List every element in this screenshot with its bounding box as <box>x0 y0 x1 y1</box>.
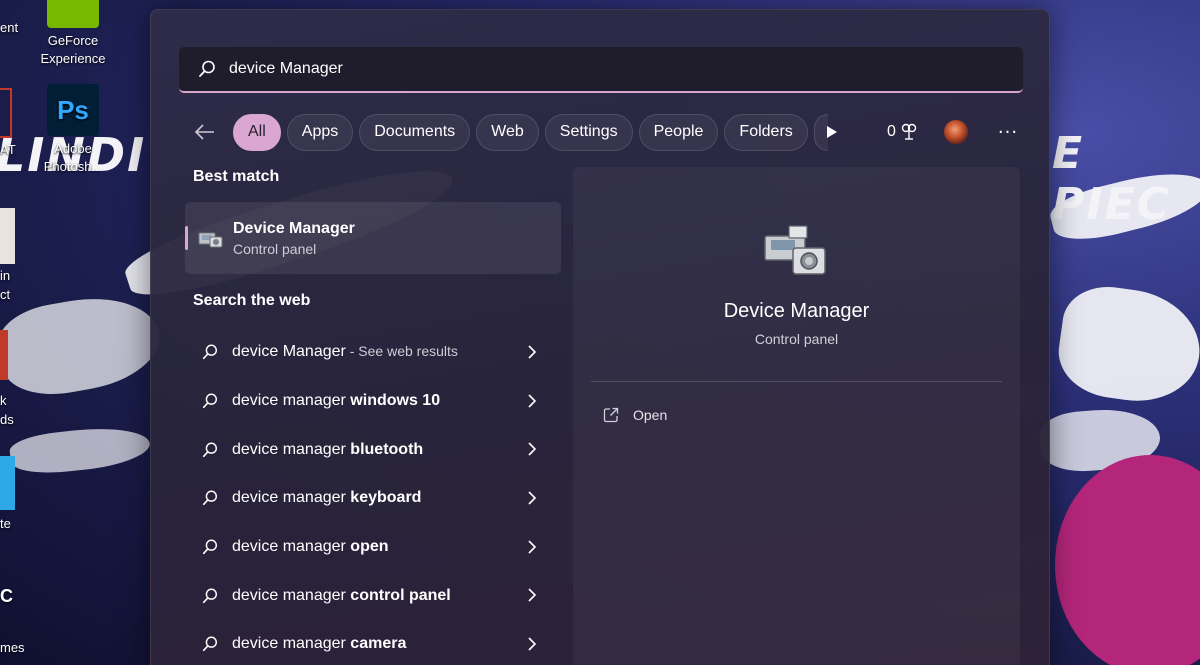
geforce-icon <box>47 0 99 28</box>
web-suggestion[interactable]: device manager windows 10 <box>185 377 561 426</box>
selection-indicator <box>185 226 188 250</box>
chevron-right-icon <box>528 491 537 505</box>
open-action-label: Open <box>633 407 668 423</box>
desktop-edge-label: te <box>0 516 11 531</box>
search-icon <box>202 344 218 360</box>
back-arrow-icon <box>194 124 214 140</box>
desktop-edge-label: k <box>0 393 7 408</box>
search-icon <box>202 490 218 506</box>
best-match-item[interactable]: Device Manager Control panel <box>185 202 561 274</box>
desktop-icon-label: GeForce <box>47 33 99 48</box>
web-suggestion[interactable]: device manager camera <box>185 620 561 665</box>
web-suggestion[interactable]: device manager keyboard <box>185 474 561 523</box>
search-icon <box>202 393 218 409</box>
best-match-text: Device Manager Control panel <box>233 220 355 257</box>
web-suggestion-text: device manager keyboard <box>232 489 422 507</box>
preview-subtitle: Control panel <box>754 331 839 347</box>
web-suggestion[interactable]: device manager bluetooth <box>185 425 561 474</box>
chevron-right-icon <box>528 588 537 603</box>
search-icon <box>199 60 215 77</box>
web-suggestion-text: device manager camera <box>232 635 407 653</box>
wallpaper-text-right: E PIEC <box>1052 128 1171 230</box>
desktop-edge-label: ct <box>0 287 11 302</box>
chevron-right-icon <box>528 540 537 554</box>
rewards-trophy-icon <box>901 123 917 140</box>
best-match-subtitle: Control panel <box>233 240 317 257</box>
desktop-icon-label: Photosh... <box>43 159 103 174</box>
photoshop-icon: Ps <box>47 84 99 136</box>
desktop-edge-label: AT <box>0 142 16 157</box>
web-suggestion-text: device manager control panel <box>232 586 451 604</box>
more-filters-button[interactable] <box>817 117 847 147</box>
divider <box>591 381 1002 382</box>
more-options-button[interactable]: ··· <box>998 122 1018 143</box>
desktop-icon-photoshop[interactable]: Ps Adobe Photosh... <box>28 84 118 176</box>
desktop-edge-tile[interactable] <box>0 208 15 264</box>
desktop-edge-label: ent <box>0 20 19 35</box>
device-manager-icon <box>198 232 223 248</box>
desktop-edge-label: mes <box>0 640 25 655</box>
best-match-title: Device Manager <box>233 219 355 237</box>
desktop-edge-tile[interactable] <box>0 330 8 380</box>
device-manager-icon <box>764 225 826 275</box>
search-box[interactable] <box>179 47 1023 93</box>
desktop-edge-label: in <box>0 268 11 283</box>
filter-tab-apps[interactable]: Apps <box>286 113 354 151</box>
filter-tab-settings[interactable]: Settings <box>544 113 633 151</box>
chevron-right-icon <box>528 442 537 456</box>
web-suggestion-text: device Manager - See web results <box>232 343 458 361</box>
desktop-edge-label: C <box>0 586 13 606</box>
web-suggestion-text: device manager windows 10 <box>232 392 441 410</box>
results-list: Best match Device Manager Control panel … <box>185 168 561 665</box>
open-external-icon <box>603 407 619 423</box>
desktop-edge-tile[interactable] <box>0 88 12 138</box>
back-button[interactable] <box>187 114 223 150</box>
filter-tab-web[interactable]: Web <box>476 113 539 151</box>
filter-bar-actions: 0 ··· <box>817 112 1018 152</box>
web-suggestion-text: device manager open <box>232 538 389 556</box>
play-icon <box>827 126 837 138</box>
chevron-right-icon <box>528 345 537 359</box>
filter-tab-documents[interactable]: Documents <box>359 113 471 151</box>
desktop-icon-label: Adobe <box>54 141 92 156</box>
best-match-heading: Best match <box>193 168 280 185</box>
web-suggestion[interactable]: device manager control panel <box>185 571 561 620</box>
web-suggestion[interactable]: device Manager - See web results <box>185 328 561 377</box>
search-web-heading: Search the web <box>193 292 311 309</box>
search-icon <box>202 442 218 457</box>
desktop-edge-label: ds <box>0 412 14 427</box>
search-icon <box>202 539 218 555</box>
start-search-panel: All Apps Documents Web Settings People F… <box>150 9 1050 665</box>
desktop-icon-geforce[interactable]: GeForce Experience <box>28 0 118 68</box>
rewards-points[interactable]: 0 <box>887 123 918 141</box>
filter-tab-folders[interactable]: Folders <box>724 113 808 151</box>
chevron-right-icon <box>528 394 537 408</box>
search-icon <box>202 588 218 603</box>
chevron-right-icon <box>528 637 537 651</box>
web-suggestion[interactable]: device manager open <box>185 523 561 572</box>
filter-tab-people[interactable]: People <box>638 113 719 151</box>
search-input[interactable] <box>229 60 1009 78</box>
user-avatar[interactable] <box>943 120 968 144</box>
preview-title: Device Manager <box>723 300 870 322</box>
web-suggestions: device Manager - See web results device … <box>185 328 561 665</box>
filter-bar: All Apps Documents Web Settings People F… <box>187 112 1027 152</box>
rewards-points-value: 0 <box>887 123 896 140</box>
open-action[interactable]: Open <box>603 407 667 423</box>
desktop-icon-label: Experience <box>40 51 106 66</box>
preview-pane: Device Manager Control panel Open <box>573 167 1020 665</box>
search-icon <box>202 636 218 652</box>
filter-tab-all[interactable]: All <box>233 113 281 151</box>
desktop-edge-tile[interactable] <box>0 456 15 510</box>
web-suggestion-text: device manager bluetooth <box>232 440 424 458</box>
